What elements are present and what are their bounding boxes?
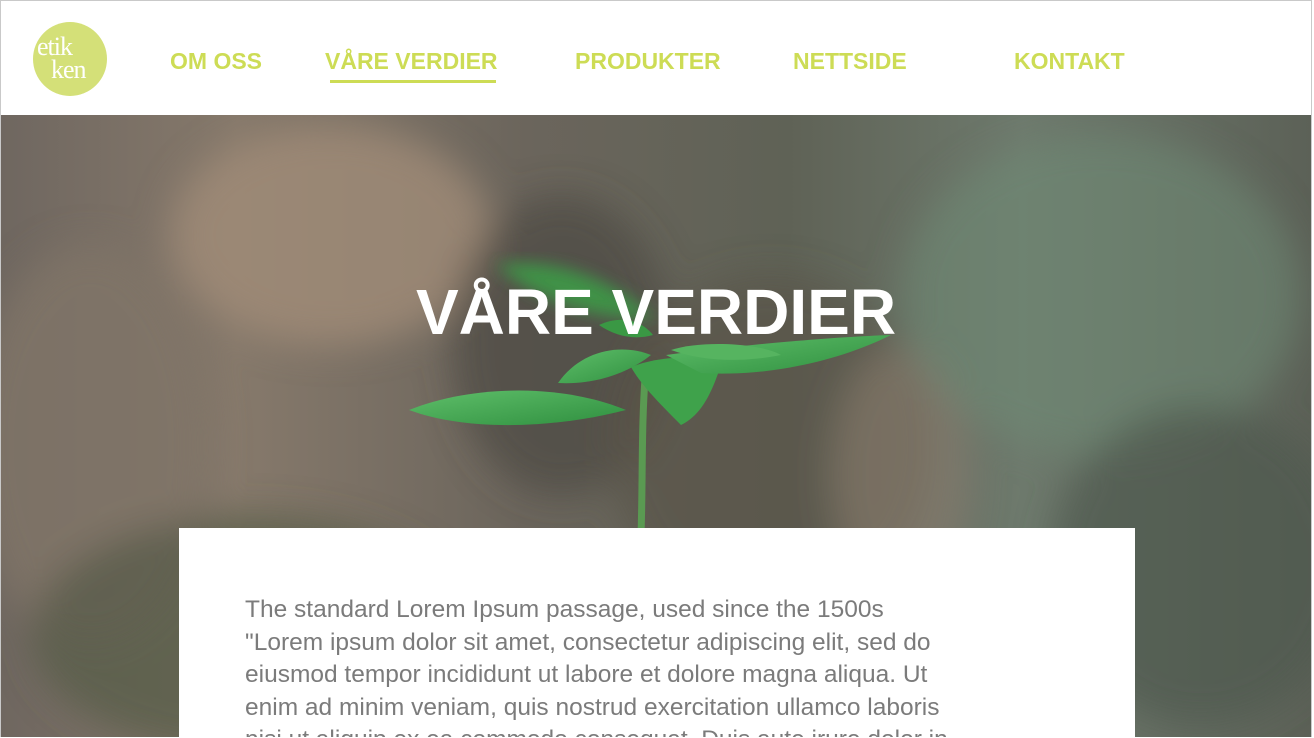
- content-card: The standard Lorem Ipsum passage, used s…: [179, 528, 1135, 737]
- logo-text-line2: ken: [51, 55, 87, 84]
- body-text: The standard Lorem Ipsum passage, used s…: [245, 596, 948, 737]
- hero-section: VÅRE VERDIER The standard Lorem Ipsum pa…: [1, 115, 1311, 737]
- nav-item-kontakt[interactable]: KONTAKT: [1014, 48, 1125, 74]
- nav-item-nettside[interactable]: NETTSIDE: [793, 48, 907, 74]
- active-nav-underline: [330, 80, 496, 83]
- etikken-logo[interactable]: etik ken: [33, 22, 107, 96]
- nav-item-vare-verdier[interactable]: VÅRE VERDIER: [325, 48, 498, 74]
- page: etik ken OM OSS VÅRE VERDIER PRODUKTER N…: [0, 0, 1312, 737]
- site-header: etik ken OM OSS VÅRE VERDIER PRODUKTER N…: [1, 1, 1311, 115]
- nav-item-om-oss[interactable]: OM OSS: [170, 48, 262, 74]
- hero-title: VÅRE VERDIER: [415, 276, 897, 348]
- nav-item-produkter[interactable]: PRODUKTER: [575, 48, 721, 74]
